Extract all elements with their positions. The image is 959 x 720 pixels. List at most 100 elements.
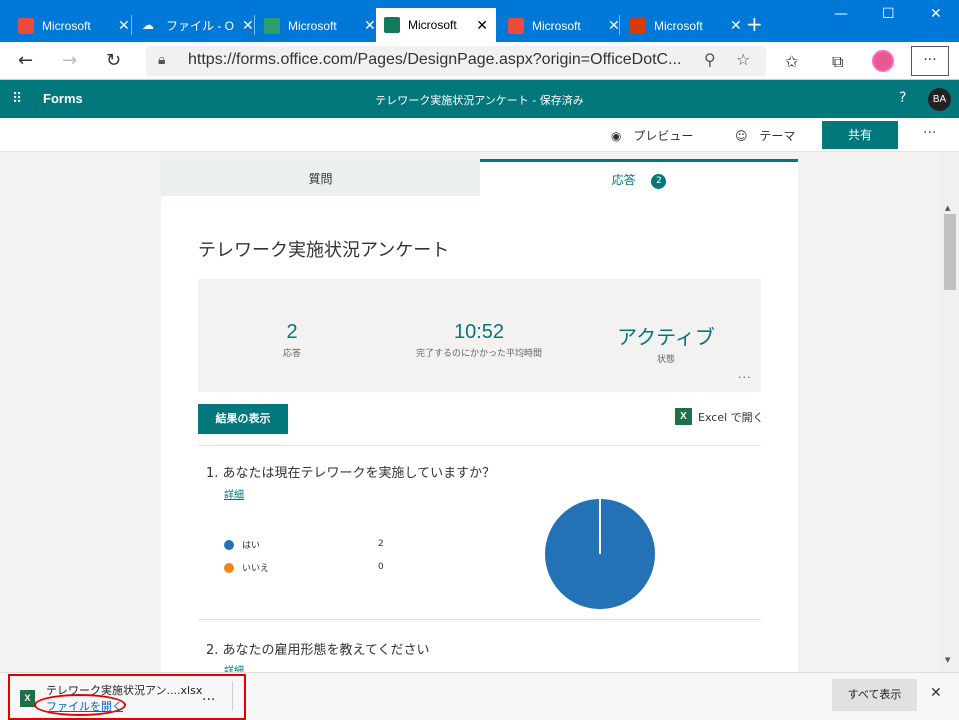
legend-label: はい [242, 541, 261, 551]
stats-more-icon[interactable]: ··· [738, 371, 752, 384]
browser-menu-button[interactable]: ··· [911, 46, 949, 76]
help-icon[interactable]: ? [899, 90, 906, 106]
legend-label: いいえ [242, 564, 270, 574]
browser-window: Microsoft ✕ ☁ ファイル - O ✕ Microsoft ✕ Mic… [0, 0, 959, 720]
tab-title: Microsoft [532, 18, 581, 33]
browser-tab-1[interactable]: Microsoft ✕ [10, 9, 138, 42]
favorites-list-icon[interactable]: ✩ [785, 52, 798, 71]
close-tab-icon[interactable]: ✕ [364, 17, 376, 34]
tab-responses[interactable]: 応答 2 [480, 159, 798, 196]
responses-card: テレワーク実施状況アンケート 2 応答 10:52 完了するのにかかった平均時間… [161, 196, 798, 672]
browser-tab-2[interactable]: ☁ ファイル - O ✕ [134, 9, 262, 42]
download-item[interactable]: X テレワーク実施状況アン....xlsx ファイルを開く ... [8, 674, 246, 720]
scroll-thumb[interactable] [944, 214, 956, 290]
tab-title: Microsoft [288, 18, 337, 33]
open-file-link[interactable]: ファイルを開く [46, 698, 123, 714]
close-tab-icon[interactable]: ✕ [730, 17, 742, 34]
browser-tab-4-active[interactable]: Microsoft ✕ [376, 8, 496, 42]
open-in-excel-label: Excel で開く [698, 410, 764, 424]
download-bar: X テレワーク実施状況アン....xlsx ファイルを開く ... すべて表示 … [0, 672, 959, 720]
stat-responses: 2 応答 [262, 321, 322, 359]
download-more-button[interactable]: ... [202, 688, 215, 704]
more-options-icon[interactable]: ··· [923, 125, 936, 141]
refresh-icon[interactable]: ↻ [106, 50, 121, 71]
close-download-bar-icon[interactable]: ✕ [930, 685, 942, 701]
browser-tab-5[interactable]: Microsoft ✕ [500, 9, 628, 42]
preview-button[interactable]: ◉ プレビュー [611, 127, 693, 144]
url-text[interactable]: https://forms.office.com/Pages/DesignPag… [188, 51, 688, 69]
zoom-icon[interactable]: ⚲ [704, 50, 716, 69]
scroll-up-icon[interactable]: ▲ [945, 204, 950, 212]
theme-label: テーマ [759, 129, 796, 143]
profile-avatar[interactable] [872, 50, 894, 72]
form-title: テレワーク実施状況アンケート [198, 240, 450, 261]
forms-icon [384, 17, 400, 33]
browser-tab-6[interactable]: Microsoft ✕ [622, 9, 750, 42]
divider [232, 681, 233, 711]
scroll-down-icon[interactable]: ▼ [945, 656, 950, 664]
legend-count: 0 [378, 562, 384, 572]
excel-icon: X [675, 408, 692, 425]
divider [198, 445, 761, 446]
collections-icon[interactable]: ⧉ [832, 52, 843, 72]
close-window-icon[interactable]: ✕ [930, 6, 942, 22]
excel-file-icon: X [20, 690, 35, 707]
stat-label: 状態 [656, 355, 675, 365]
content-area: 質問 応答 2 テレワーク実施状況アンケート 2 応答 10:52 完了するのに… [0, 152, 941, 672]
preview-label: プレビュー [633, 129, 694, 143]
url-box[interactable]: 🔒︎ https://forms.office.com/Pages/Design… [146, 46, 766, 76]
palette-icon: ☺ [735, 129, 748, 143]
legend-item-yes: はい [224, 538, 260, 551]
theme-button[interactable]: ☺ テーマ [735, 127, 795, 144]
onedrive-icon: ☁ [142, 17, 154, 32]
question-1-title: 1. あなたは現在テレワークを実施していますか？ [206, 466, 496, 481]
command-bar: ◉ プレビュー ☺ テーマ 共有 ··· [0, 118, 959, 152]
back-icon[interactable]: ← [18, 50, 33, 71]
tab-questions[interactable]: 質問 [161, 159, 480, 196]
close-tab-icon[interactable]: ✕ [242, 17, 254, 34]
maximize-icon[interactable]: ☐ [882, 6, 895, 22]
stat-label: 応答 [282, 349, 301, 359]
open-in-excel-button[interactable]: X Excel で開く [675, 408, 764, 425]
browser-tab-3[interactable]: Microsoft ✕ [256, 9, 384, 42]
legend-count: 2 [378, 539, 384, 549]
document-title: テレワーク実施状況アンケート - 保存済み [375, 94, 584, 107]
close-tab-icon[interactable]: ✕ [608, 17, 620, 34]
vertical-scrollbar[interactable]: ▲ ▼ [941, 152, 959, 672]
office-icon [630, 17, 646, 34]
legend-color-dot [224, 562, 234, 573]
close-tab-icon[interactable]: ✕ [118, 17, 130, 34]
stat-value: アクティブ [617, 327, 715, 349]
new-tab-button[interactable]: + [746, 12, 763, 36]
tab-title: Microsoft [654, 18, 703, 33]
tab-title: Microsoft [42, 18, 91, 33]
tab-title: Microsoft [408, 18, 457, 32]
office-icon [508, 17, 524, 34]
response-count-badge: 2 [651, 174, 667, 189]
forms-icon [264, 17, 280, 34]
tab-title: ファイル - O [166, 19, 234, 33]
view-results-button[interactable]: 結果の表示 [198, 404, 288, 434]
stat-value: 2 [286, 321, 298, 343]
share-button[interactable]: 共有 [822, 121, 898, 149]
question-1-pie-chart [545, 499, 655, 609]
forward-icon[interactable]: → [62, 50, 77, 71]
stat-label: 完了するのにかかった平均時間 [415, 349, 542, 359]
favorite-star-icon[interactable]: ☆ [736, 50, 750, 69]
office-icon [18, 17, 34, 34]
question-2-details-link[interactable]: 詳細 [224, 662, 244, 672]
form-tabs: 質問 応答 2 [161, 159, 798, 196]
user-avatar[interactable]: BA [928, 88, 951, 111]
divider [198, 619, 761, 620]
question-1-details-link[interactable]: 詳細 [224, 486, 244, 501]
show-all-downloads-button[interactable]: すべて表示 [832, 679, 917, 711]
stat-average-time: 10:52 完了するのにかかった平均時間 [399, 321, 559, 359]
legend-item-no: いいえ [224, 561, 269, 574]
forms-header: ⠿ Forms テレワーク実施状況アンケート - 保存済み ? BA [0, 80, 959, 118]
address-bar: ← → ↻ 🔒︎ https://forms.office.com/Pages/… [0, 42, 959, 80]
lock-icon: 🔒︎ [158, 52, 166, 68]
legend-color-dot [224, 539, 234, 550]
close-tab-icon[interactable]: ✕ [476, 17, 488, 34]
question-2-title: 2. あなたの雇用形態を教えてください [206, 643, 430, 658]
minimize-icon[interactable]: — [834, 6, 848, 22]
